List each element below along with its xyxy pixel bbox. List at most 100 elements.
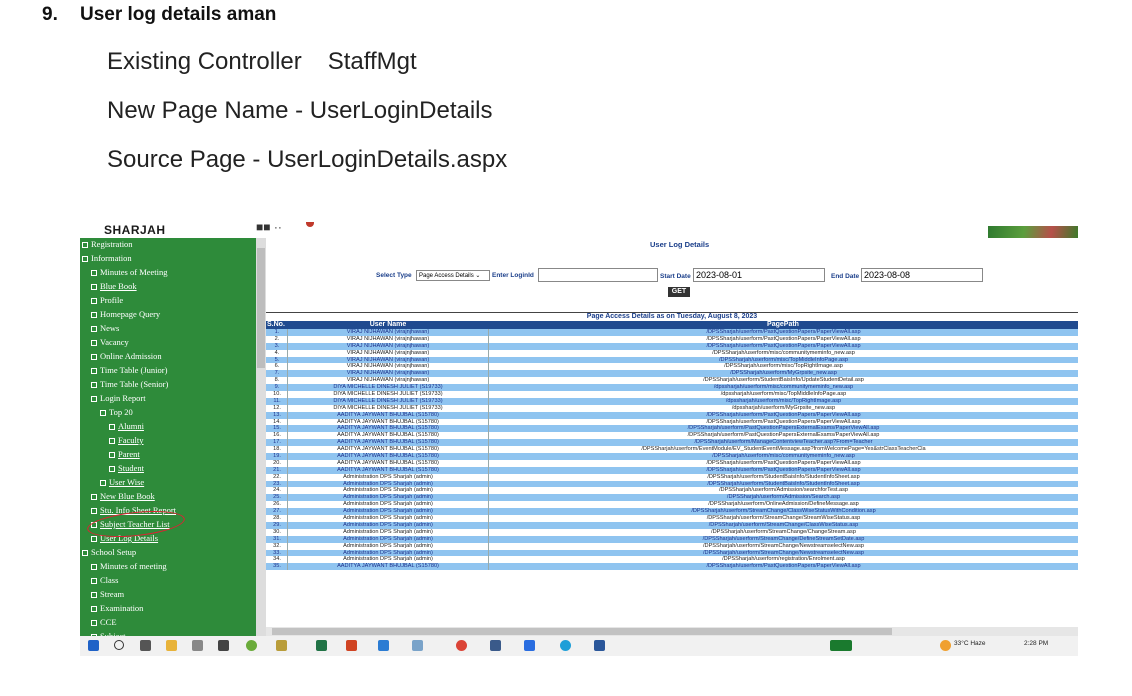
cell-page-path: /DPSSharjah/userform/Admission/Search.as… [726,494,841,501]
cell-sno: 13. [266,411,288,419]
chrome-icon[interactable] [456,640,467,651]
sidebar-item-profile[interactable]: Profile [91,295,123,305]
app-icon-8[interactable] [524,640,535,651]
sidebar-item-class[interactable]: Class [91,575,118,585]
cell-page-path: /DPSSharjah/userform/StreamChange/Define… [702,535,865,542]
sidebar-item-student[interactable]: Student [109,463,144,473]
sidebar-item-parent[interactable]: Parent [109,449,140,459]
cell-user-name: Administration DPS Sharjah (admin) [288,521,489,529]
login-id-input[interactable] [538,268,658,282]
cell-page-path: /DPSSharjah/userform/misc/communitymemin… [712,453,855,460]
sidebar-item-label: Alumni [118,421,144,431]
select-type-dropdown[interactable]: Page Access Details ⌄ [416,270,490,281]
table-row: 6. VIRAJ NIJHAWAN (virajnjhawan) /DPSSharj… [266,363,1078,371]
sidebar-item-online-admission[interactable]: Online Admission [91,351,162,361]
cell-user-name: VIRAJ NIJHAWAN (virajnjhawan) [288,356,489,364]
app-icon-7[interactable] [490,640,501,651]
sidebar-item-vacancy[interactable]: Vacancy [91,337,129,347]
app-icon-5[interactable] [346,640,357,651]
sidebar-item-homepage-query[interactable]: Homepage Query [91,309,160,319]
cell-page-path: /DPSSharjah/userform/PastQuestionPapers/… [706,329,861,335]
existing-controller-line: Existing Controller StaffMgt [107,48,417,76]
cell-page-path: /DPSSharjah/userform/PastQuestionPapersE… [687,425,880,432]
excel-icon[interactable] [316,640,327,651]
app-icon-6[interactable] [412,640,423,651]
cell-sno: 19. [266,453,288,460]
file-explorer-icon[interactable] [166,640,177,651]
search-icon[interactable] [114,640,124,650]
cell-sno: 30. [266,528,288,536]
section-heading: 9. User log details aman [42,4,276,26]
app-icon-4[interactable] [276,640,287,651]
windows-taskbar: 33°C Haze 2:28 PM [80,636,1078,656]
cell-user-name: DIYA MICHELLE DINESH JULIET (S19733) [288,397,489,405]
sidebar-item-user-wise[interactable]: User Wise [100,477,144,487]
sidebar-item-blue-book[interactable]: Blue Book [91,281,137,291]
cell-sno: 32. [266,542,288,550]
sidebar-item-new-blue-book[interactable]: New Blue Book [91,491,155,501]
cell-sno: 11. [266,397,288,405]
sidebar-item-cce[interactable]: CCE [91,617,117,627]
task-view-icon[interactable] [140,640,151,651]
cell-page-path: /DPSSharjah/userform/PastQuestionPapers/… [706,466,861,473]
table-row: 34. Administration DPS Sharjah (admin) /DP… [266,556,1078,564]
cell-page-path: /DPSSharjah/userform/registration/Enrolm… [722,556,845,563]
cell-user-name: Administration DPS Sharjah (admin) [288,542,489,550]
start-date-input[interactable]: 2023-08-01 [693,268,825,282]
cell-sno: 21. [266,466,288,474]
get-button[interactable]: GET [668,287,690,297]
cell-user-name: Administration DPS Sharjah (admin) [288,535,489,543]
header-dots-icon: ■■ ·· [256,222,282,234]
sidebar-item-information[interactable]: Information [82,253,132,263]
sidebar-item-time-table-senior[interactable]: Time Table (Senior) [91,379,168,389]
app-icon-9[interactable] [560,640,571,651]
sidebar-item-login-report[interactable]: Login Report [91,393,146,403]
start-icon[interactable] [88,640,99,651]
sidebar-item-minutes-of-meeting[interactable]: Minutes of meeting [91,561,167,571]
sidebar-item-top-20[interactable]: Top 20 [100,407,133,417]
end-date-input[interactable]: 2023-08-08 [861,268,983,282]
table-row: 8. VIRAJ NIJHAWAN (virajnjhawan) /DPSSharj… [266,377,1078,385]
outlook-icon[interactable] [378,640,389,651]
cell-sno: 23. [266,480,288,488]
cell-sno: 15. [266,425,288,433]
sidebar-scroll-thumb[interactable] [257,248,265,368]
sidebar-item-faculty[interactable]: Faculty [109,435,144,445]
app-icon-1[interactable] [192,640,203,651]
table-row: 22. Administration DPS Sharjah (admin) /DP… [266,473,1078,481]
tray-app-icon[interactable] [830,640,852,651]
sidebar-scrollbar[interactable] [256,238,266,644]
site-brand: SHARJAH [104,223,166,237]
sidebar-item-examination[interactable]: Examination [91,603,143,613]
cell-user-name: VIRAJ NIJHAWAN (virajnjhawan) [288,377,489,385]
app-icon-3[interactable] [246,640,257,651]
expand-box-icon [82,550,88,557]
table-row: 12. DIYA MICHELLE DINESH JULIET (S19733) /… [266,404,1078,412]
cell-page-path: /DPSSharjah/userform/StreamChange/Change… [711,528,856,535]
horizontal-scrollbar[interactable] [266,627,1078,636]
source-page-line: Source Page - UserLoginDetails.aspx [107,146,508,173]
sidebar-item-school-setup[interactable]: School Setup [82,547,136,557]
expand-box-icon [82,242,88,249]
sidebar-item-news[interactable]: News [91,323,119,333]
sidebar-item-registration[interactable]: Registration [82,239,133,249]
sidebar-item-label: New Blue Book [100,491,155,501]
cell-sno: 3. [266,342,288,350]
sidebar-item-time-table-junior[interactable]: Time Table (Junior) [91,365,167,375]
cell-user-name: AADITYA JAYWANT BHUJBAL (S15780) [288,446,489,454]
main-content: User Log Details Select Type Page Access… [266,238,1078,638]
select-type-label: Select Type [376,272,412,279]
sidebar-item-minutes-of-meeting[interactable]: Minutes of Meeting [91,267,168,277]
app-icon-2[interactable] [218,640,229,651]
cell-user-name: Administration DPS Sharjah (admin) [288,549,489,557]
sidebar-item-alumni[interactable]: Alumni [109,421,144,431]
cell-sno: 25. [266,494,288,502]
table-row: 33. Administration DPS Sharjah (admin) /DP… [266,549,1078,557]
word-icon[interactable] [594,640,605,651]
cell-page-path: /dpssharjah/userform/misc/communitymemin… [713,384,854,391]
table-row: 3. VIRAJ NIJHAWAN (virajnjhawan) /DPSSharj… [266,342,1078,350]
sidebar-item-stream[interactable]: Stream [91,589,124,599]
clock-time: 2:28 PM [1024,640,1049,647]
horizontal-scroll-thumb[interactable] [272,628,892,635]
cell-sno: 33. [266,549,288,557]
